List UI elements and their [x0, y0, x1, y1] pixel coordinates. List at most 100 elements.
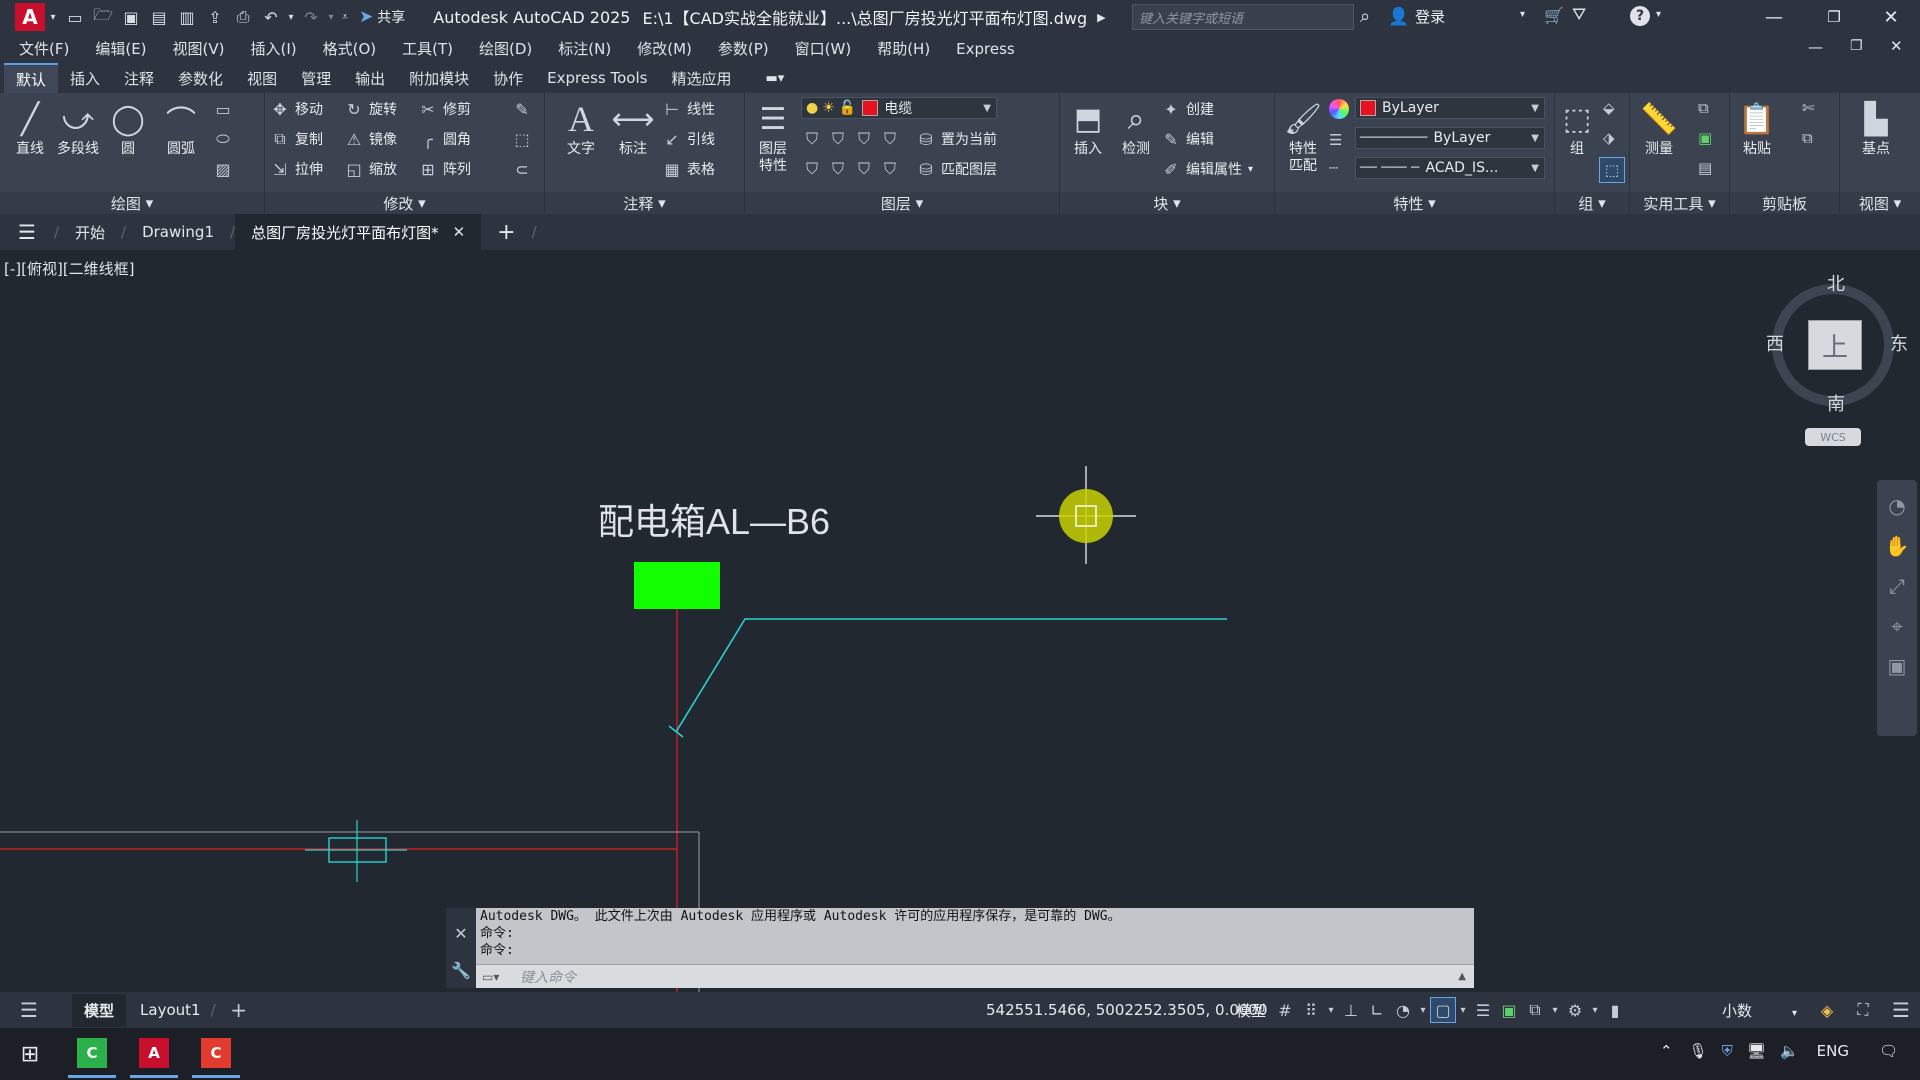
taskbar-app-green-icon[interactable]: C: [68, 1030, 116, 1078]
tab-annotate[interactable]: 注释: [112, 63, 166, 93]
menu-view[interactable]: 视图(V): [160, 38, 238, 59]
viewcube-top-face[interactable]: 上: [1808, 320, 1862, 370]
match-properties-tool[interactable]: 🖌 特性 匹配: [1275, 99, 1331, 175]
selection-chevron-icon[interactable]: ▾: [1548, 997, 1562, 1023]
units-icon[interactable]: ▮: [1602, 997, 1628, 1023]
lineweight-icon[interactable]: ☰: [1329, 131, 1342, 149]
menu-file[interactable]: 文件(F): [6, 38, 82, 59]
doc-minimize-icon[interactable]: —: [1808, 38, 1823, 56]
lineweight-toggle-icon[interactable]: ☰: [1470, 997, 1496, 1023]
infer-constraints-icon[interactable]: ⊥: [1338, 997, 1364, 1023]
menu-express[interactable]: Express: [943, 40, 1028, 58]
microphone-icon[interactable]: 🎙: [1689, 1042, 1708, 1060]
layout-menu-icon[interactable]: ☰: [16, 997, 42, 1023]
units-dropdown[interactable]: 小数 ▾: [1722, 1000, 1797, 1021]
redo-icon[interactable]: ↷: [297, 3, 325, 31]
wcs-button[interactable]: WCS: [1805, 428, 1861, 446]
menu-draw[interactable]: 绘图(D): [466, 38, 545, 59]
compass-east[interactable]: 东: [1890, 330, 1908, 356]
isolate-objects-icon[interactable]: ◈: [1814, 997, 1840, 1023]
cut-icon[interactable]: ✄: [1802, 99, 1815, 117]
menu-insert[interactable]: 插入(I): [238, 38, 310, 59]
osnap-icon[interactable]: ▢: [1430, 997, 1456, 1023]
lineweight-dropdown[interactable]: ── ─── ─ ACAD_IS... ▼: [1355, 157, 1545, 179]
move-button[interactable]: ✥ 移动: [269, 97, 323, 121]
command-customize-icon[interactable]: 🔧: [451, 961, 471, 980]
ribbon-toggle-icon[interactable]: ▬▾: [753, 63, 796, 93]
menu-modify[interactable]: 修改(M): [624, 38, 705, 59]
publish-icon[interactable]: ▥: [173, 3, 201, 31]
showmotion-icon[interactable]: ▣: [1888, 654, 1907, 694]
linetype-icon[interactable]: ┄: [1329, 159, 1338, 177]
layer-dropdown[interactable]: ● ☀ 🔓 电缆 ▼: [801, 97, 997, 119]
model-space-button[interactable]: 模型: [1236, 1000, 1266, 1021]
save-icon[interactable]: ▣: [117, 3, 145, 31]
select-all-icon[interactable]: ▣: [1698, 129, 1712, 147]
color-wheel-icon[interactable]: [1329, 99, 1349, 119]
model-tab[interactable]: 模型: [72, 993, 127, 1027]
linetype-dropdown[interactable]: ──────── ByLayer ▼: [1355, 127, 1545, 149]
osnap-chevron-icon[interactable]: ▾: [1456, 997, 1470, 1023]
grid-icon[interactable]: #: [1272, 997, 1298, 1023]
compass-north[interactable]: 北: [1827, 270, 1845, 296]
polyline-tool[interactable]: ⤻ 多段线: [50, 99, 106, 158]
orbit-icon[interactable]: ⌖: [1891, 614, 1902, 654]
undo-icon[interactable]: ↶: [257, 3, 285, 31]
group-edit-icon[interactable]: ⬗: [1603, 129, 1615, 147]
edit-attribute-button[interactable]: ✐ 编辑属性 ▾: [1160, 157, 1253, 181]
customize-qa-icon[interactable]: ⩡: [337, 3, 353, 31]
rectangle-icon[interactable]: ▭: [212, 97, 238, 121]
menu-help[interactable]: 帮助(H): [864, 38, 943, 59]
tab-manage[interactable]: 管理: [289, 63, 343, 93]
cart-icon[interactable]: 🛒: [1544, 6, 1564, 25]
command-prompt-icon[interactable]: ▭▾: [482, 970, 499, 984]
group-select-icon[interactable]: ⬚: [1599, 157, 1625, 183]
login-button[interactable]: 👤 登录: [1388, 6, 1445, 27]
steering-wheel-icon[interactable]: ◔: [1888, 494, 1905, 534]
set-current-button[interactable]: ⛁ 置为当前: [915, 127, 997, 151]
detect-tool[interactable]: ⌕ 检测: [1108, 99, 1164, 158]
layer-properties-tool[interactable]: ☰ 图层 特性: [745, 99, 801, 175]
tab-output[interactable]: 输出: [343, 63, 397, 93]
tab-featured-apps[interactable]: 精选应用: [659, 63, 743, 93]
doc-close-icon[interactable]: ✕: [1890, 37, 1903, 55]
panel-view-title[interactable]: 视图 ▾: [1840, 192, 1920, 214]
path-expand-icon[interactable]: ▶: [1097, 11, 1105, 24]
compass-west[interactable]: 西: [1766, 330, 1784, 356]
snap-icon[interactable]: ⠿: [1298, 997, 1324, 1023]
menu-dimension[interactable]: 标注(N): [545, 38, 624, 59]
tab-insert[interactable]: 插入: [58, 63, 112, 93]
app-menu-chevron-icon[interactable]: ▾: [45, 3, 61, 31]
panel-groups-title[interactable]: 组 ▾: [1555, 192, 1629, 214]
tab-parametric[interactable]: 参数化: [166, 63, 235, 93]
taskbar-app-red-icon[interactable]: C: [192, 1030, 240, 1078]
language-indicator[interactable]: ENG: [1817, 1042, 1849, 1060]
panel-draw-title[interactable]: 绘图 ▾: [0, 192, 264, 214]
viewcube[interactable]: 上 北 南 西 东: [1766, 274, 1908, 415]
tab-drawing1[interactable]: Drawing1: [126, 214, 230, 250]
table-button[interactable]: ▦ 表格: [661, 157, 715, 181]
save-as-icon[interactable]: ▤: [145, 3, 173, 31]
zoom-extents-icon[interactable]: ⤢: [1889, 574, 1905, 614]
customize-status-icon[interactable]: ☰: [1888, 997, 1914, 1023]
calculator-icon[interactable]: ▤: [1698, 159, 1712, 177]
doc-restore-icon[interactable]: ❐: [1850, 38, 1863, 54]
array-button[interactable]: ⊞ 阵列: [417, 157, 471, 181]
panel-utilities-title[interactable]: 实用工具 ▾: [1630, 192, 1729, 214]
volume-icon[interactable]: 🔈: [1780, 1042, 1799, 1060]
open-file-icon[interactable]: 🗁: [89, 3, 117, 31]
edit-block-button[interactable]: ✎ 编辑: [1160, 127, 1214, 151]
dimension-tool[interactable]: ⟷ 标注: [605, 99, 661, 158]
compass-south[interactable]: 南: [1827, 390, 1845, 416]
quick-select-icon[interactable]: ⧉: [1698, 99, 1709, 117]
copy-clip-icon[interactable]: ⧉: [1802, 129, 1813, 147]
menu-parametric[interactable]: 参数(P): [705, 38, 782, 59]
ellipse-icon[interactable]: ⬭: [212, 127, 238, 151]
linear-button[interactable]: ⊢ 线性: [661, 97, 715, 121]
new-file-icon[interactable]: ▭: [61, 3, 89, 31]
offset-icon[interactable]: ⊂: [511, 157, 537, 181]
group-tool[interactable]: ⬚ 组: [1555, 99, 1599, 158]
layer-tools-row1[interactable]: ⛉ ⛉ ⛉ ⛉: [801, 127, 905, 151]
menu-window[interactable]: 窗口(W): [782, 38, 865, 59]
tab-collaborate[interactable]: 协作: [481, 63, 535, 93]
